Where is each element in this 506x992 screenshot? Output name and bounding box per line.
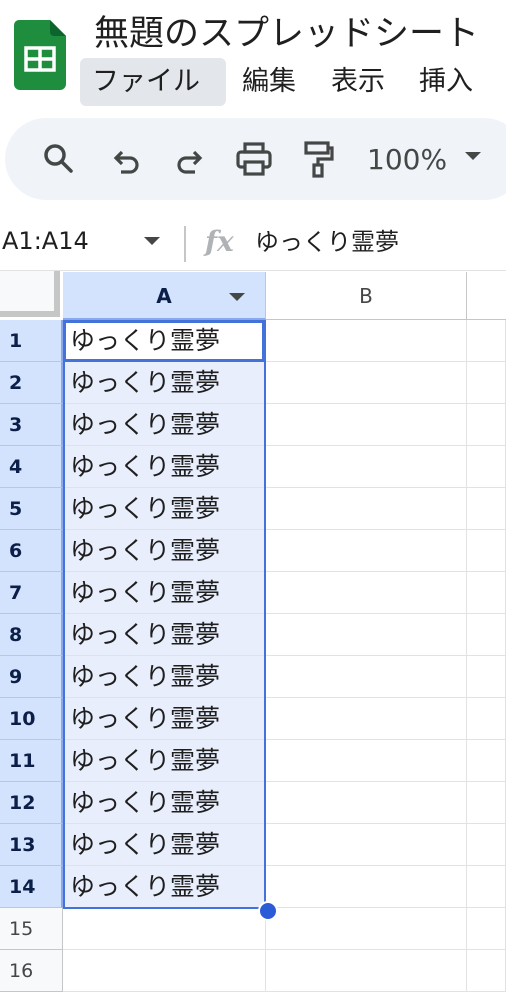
cell-c[interactable] bbox=[467, 782, 506, 824]
row-header[interactable]: 14 bbox=[0, 866, 63, 908]
sheets-logo-icon[interactable] bbox=[14, 20, 66, 90]
row-header[interactable]: 7 bbox=[0, 572, 63, 614]
row-header[interactable]: 3 bbox=[0, 404, 63, 446]
cell-a[interactable] bbox=[63, 950, 266, 992]
cell-b[interactable] bbox=[266, 908, 467, 950]
chevron-down-icon[interactable] bbox=[229, 293, 245, 301]
cell-c[interactable] bbox=[467, 908, 506, 950]
fill-handle[interactable] bbox=[258, 901, 278, 921]
column-header-label: A bbox=[156, 284, 172, 308]
column-header-c[interactable] bbox=[467, 272, 506, 320]
active-cell-value[interactable]: ゆっくり霊夢 bbox=[63, 320, 265, 362]
row-header[interactable]: 13 bbox=[0, 824, 63, 866]
cell-c[interactable] bbox=[467, 614, 506, 656]
search-icon[interactable] bbox=[38, 138, 80, 180]
cell-c[interactable] bbox=[467, 530, 506, 572]
cell-a[interactable]: ゆっくり霊夢 bbox=[63, 698, 266, 740]
row-header[interactable]: 15 bbox=[0, 908, 63, 950]
cell-b[interactable] bbox=[266, 824, 467, 866]
chevron-down-icon[interactable] bbox=[144, 237, 160, 245]
cell-c[interactable] bbox=[467, 740, 506, 782]
column-header-label: B bbox=[359, 284, 373, 308]
cell-b[interactable] bbox=[266, 320, 467, 362]
chevron-down-icon[interactable] bbox=[465, 152, 481, 160]
cell-a[interactable]: ゆっくり霊夢 bbox=[63, 446, 266, 488]
formula-bar-divider bbox=[184, 226, 186, 262]
cell-c[interactable] bbox=[467, 656, 506, 698]
menu-edit[interactable]: 編集 bbox=[230, 58, 308, 106]
cell-b[interactable] bbox=[266, 866, 467, 908]
print-icon[interactable] bbox=[233, 138, 275, 180]
cell-a[interactable]: ゆっくり霊夢 bbox=[63, 404, 266, 446]
cell-c[interactable] bbox=[467, 950, 506, 992]
name-box[interactable]: A1:A14 bbox=[0, 218, 170, 264]
cell-a[interactable]: ゆっくり霊夢 bbox=[63, 656, 266, 698]
cell-a[interactable]: ゆっくり霊夢 bbox=[63, 488, 266, 530]
cell-a[interactable] bbox=[63, 908, 266, 950]
row-header[interactable]: 9 bbox=[0, 656, 63, 698]
row-header[interactable]: 11 bbox=[0, 740, 63, 782]
cell-c[interactable] bbox=[467, 446, 506, 488]
row-header[interactable]: 2 bbox=[0, 362, 63, 404]
cell-a[interactable]: ゆっくり霊夢 bbox=[63, 530, 266, 572]
row-header[interactable]: 12 bbox=[0, 782, 63, 824]
cell-b[interactable] bbox=[266, 614, 467, 656]
row-header[interactable]: 6 bbox=[0, 530, 63, 572]
menu-view[interactable]: 表示 bbox=[319, 58, 397, 106]
cell-b[interactable] bbox=[266, 782, 467, 824]
cell-a[interactable]: ゆっくり霊夢 bbox=[63, 740, 266, 782]
menu-insert[interactable]: 挿入 bbox=[407, 58, 485, 106]
row-header[interactable]: 16 bbox=[0, 950, 63, 992]
cell-b[interactable] bbox=[266, 740, 467, 782]
cell-b[interactable] bbox=[266, 446, 467, 488]
cell-c[interactable] bbox=[467, 698, 506, 740]
undo-icon[interactable] bbox=[105, 138, 147, 180]
cell-b[interactable] bbox=[266, 950, 467, 992]
cell-a[interactable]: ゆっくり霊夢 bbox=[63, 572, 266, 614]
row-header[interactable]: 10 bbox=[0, 698, 63, 740]
cell-a[interactable]: ゆっくり霊夢 bbox=[63, 824, 266, 866]
select-all-corner[interactable] bbox=[0, 271, 60, 317]
cell-b[interactable] bbox=[266, 656, 467, 698]
cell-c[interactable] bbox=[467, 572, 506, 614]
cell-b[interactable] bbox=[266, 362, 467, 404]
cell-b[interactable] bbox=[266, 404, 467, 446]
cell-c[interactable] bbox=[467, 362, 506, 404]
divider bbox=[0, 270, 506, 271]
document-title[interactable]: 無題のスプレッドシート bbox=[94, 10, 479, 58]
row-header[interactable]: 5 bbox=[0, 488, 63, 530]
cell-b[interactable] bbox=[266, 530, 467, 572]
cell-c[interactable] bbox=[467, 824, 506, 866]
cell-c[interactable] bbox=[467, 866, 506, 908]
row-header[interactable]: 1 bbox=[0, 320, 63, 362]
paint-format-icon[interactable] bbox=[297, 138, 339, 180]
cell-a[interactable]: ゆっくり霊夢 bbox=[63, 362, 266, 404]
cell-a[interactable]: ゆっくり霊夢 bbox=[63, 866, 266, 908]
zoom-select[interactable]: 100% bbox=[367, 140, 447, 180]
column-header-b[interactable]: B bbox=[266, 272, 467, 320]
row-header[interactable]: 8 bbox=[0, 614, 63, 656]
cell-c[interactable] bbox=[467, 404, 506, 446]
cell-c[interactable] bbox=[467, 320, 506, 362]
fx-icon: fx bbox=[205, 225, 234, 258]
cell-a[interactable]: ゆっくり霊夢 bbox=[63, 614, 266, 656]
menu-file[interactable]: ファイル bbox=[80, 58, 226, 106]
cell-b[interactable] bbox=[266, 698, 467, 740]
name-box-value: A1:A14 bbox=[2, 227, 89, 255]
toolbar: 100% bbox=[5, 118, 506, 200]
row-header[interactable]: 4 bbox=[0, 446, 63, 488]
cell-b[interactable] bbox=[266, 572, 467, 614]
cell-c[interactable] bbox=[467, 488, 506, 530]
column-header-a[interactable]: A bbox=[63, 272, 266, 320]
redo-icon[interactable] bbox=[169, 138, 211, 180]
cell-a[interactable]: ゆっくり霊夢 bbox=[63, 782, 266, 824]
cell-b[interactable] bbox=[266, 488, 467, 530]
formula-input[interactable]: ゆっくり霊夢 bbox=[255, 222, 399, 262]
